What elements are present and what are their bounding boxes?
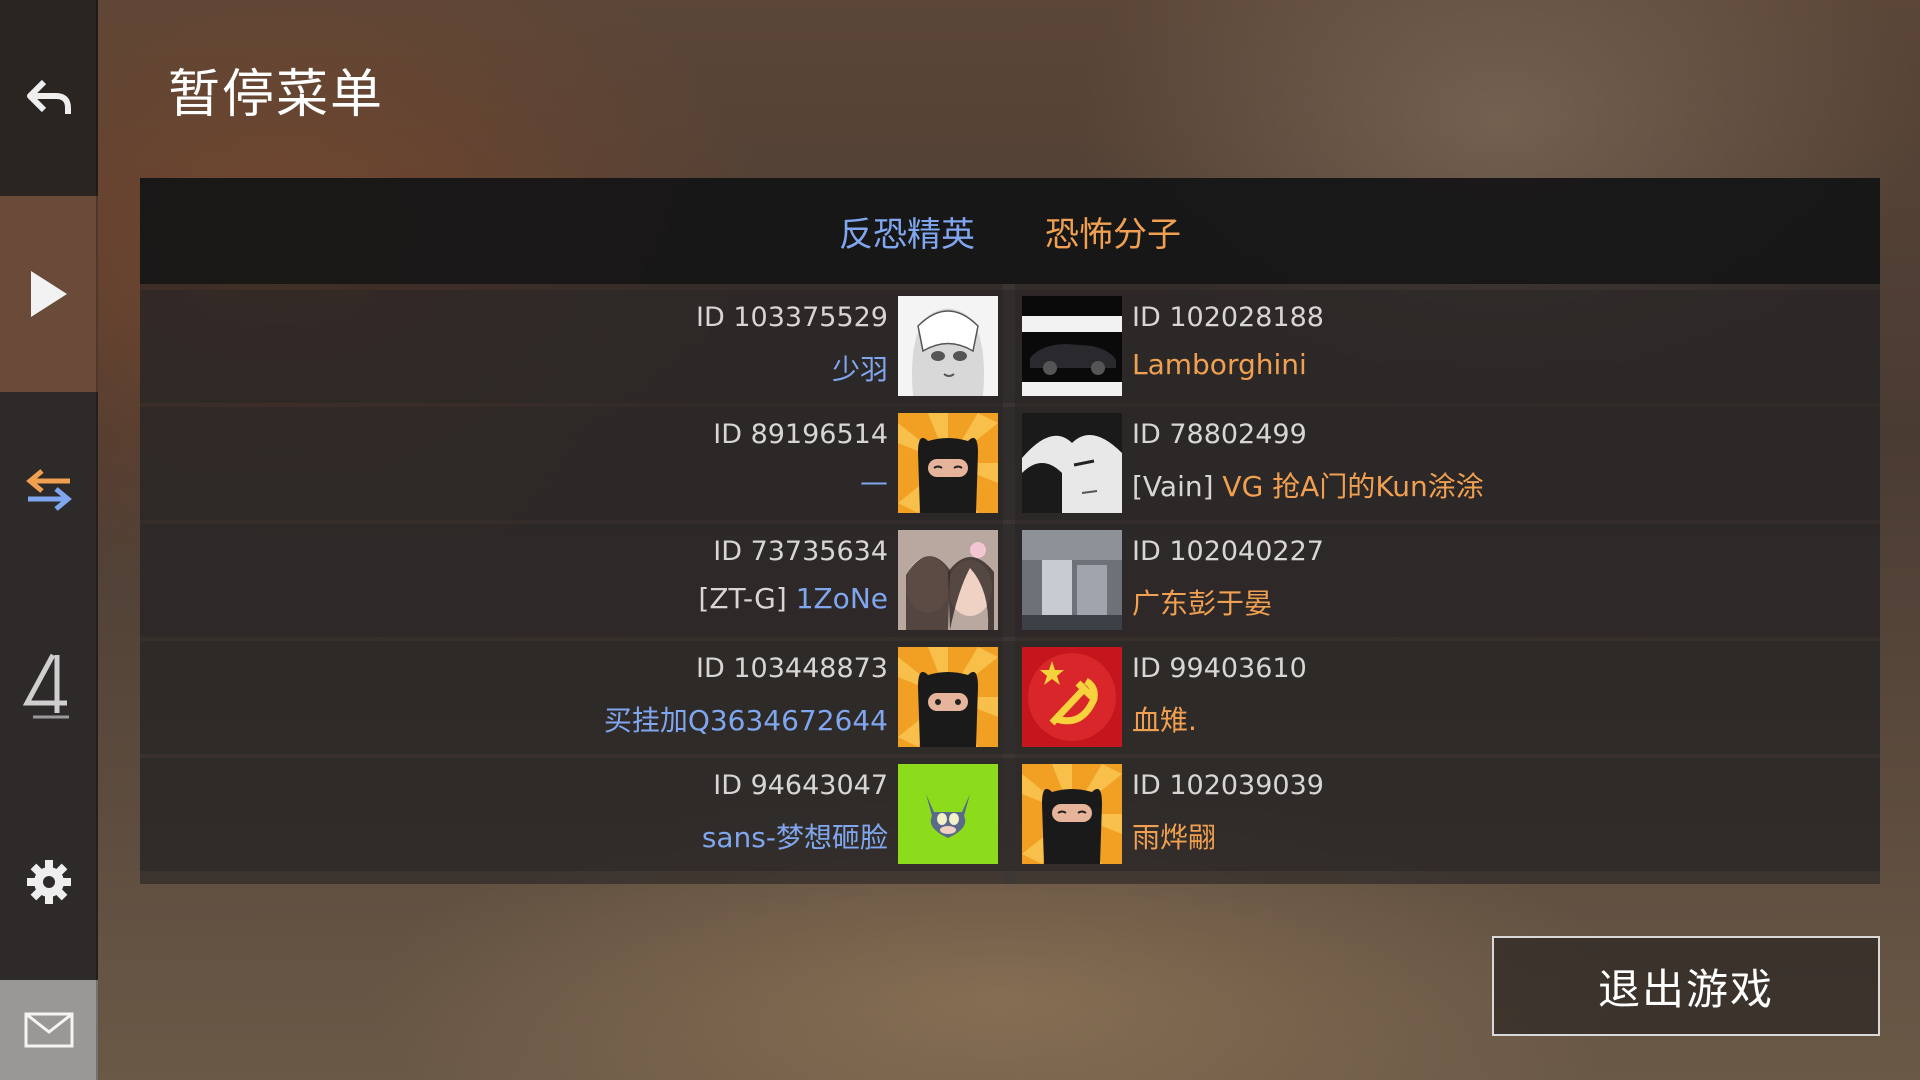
player-nick: sans-梦想砸脸: [701, 821, 888, 854]
player-nick: 买挂加Q3634672644: [603, 704, 888, 737]
player-row: ID 103448873 买挂加Q3634672644 ID 99403610 …: [140, 641, 1880, 754]
player-id: ID 94643047: [713, 770, 888, 801]
player-nick: 雨烨翤: [1132, 821, 1217, 854]
player-nick: —: [860, 465, 888, 498]
player-name[interactable]: 买挂加Q3634672644: [604, 699, 888, 739]
exit-game-button[interactable]: 退出游戏: [1492, 936, 1880, 1036]
player-nick: 广东彭于晏: [1132, 587, 1273, 620]
avatar[interactable]: [1022, 647, 1122, 747]
player-name[interactable]: [ZT-G] 1ZoNe: [698, 582, 888, 615]
player-id: ID 89196514: [713, 419, 888, 450]
player-name[interactable]: [Vain] VG 抢A门的Kun涂涂: [1132, 465, 1484, 505]
avatar[interactable]: [898, 647, 998, 747]
player-nick: 少羽: [831, 353, 888, 386]
player-name[interactable]: 血雉.: [1132, 699, 1197, 739]
resume-button[interactable]: [0, 196, 98, 392]
player-id: ID 73735634: [713, 536, 888, 567]
player-id: ID 102028188: [1132, 302, 1324, 333]
player-row: ID 94643047 sans-梦想砸脸 ID 102039039 雨烨翤: [140, 758, 1880, 871]
switch-team-button[interactable]: [0, 392, 98, 588]
player-id: ID 102040227: [1132, 536, 1324, 567]
team-header: 反恐精英 恐怖分子: [140, 178, 1880, 284]
player-name[interactable]: sans-梦想砸脸: [702, 816, 888, 856]
avatar[interactable]: [898, 296, 998, 396]
mail-icon: [24, 1012, 74, 1048]
sidebar: [0, 0, 98, 1080]
ranking-4-icon: [23, 653, 69, 719]
page-title: 暂停菜单: [168, 65, 385, 125]
player-id: ID 99403610: [1132, 653, 1307, 684]
player-name[interactable]: Lamborghini: [1132, 348, 1307, 381]
back-arrow-icon: [27, 79, 71, 114]
player-name[interactable]: 少羽: [832, 348, 888, 388]
player-nick: Lamborghini: [1132, 348, 1307, 381]
settings-button[interactable]: [0, 784, 98, 980]
mail-button[interactable]: [0, 980, 98, 1080]
sidebar-divider: [96, 0, 98, 1080]
team-ct-label: 反恐精英: [839, 214, 975, 255]
player-name[interactable]: —: [860, 465, 888, 498]
scoreboard-button[interactable]: [0, 588, 98, 784]
avatar[interactable]: [1022, 530, 1122, 630]
player-row: ID 73735634 [ZT-G] 1ZoNe ID 102040227 广东…: [140, 524, 1880, 637]
player-nick: 1ZoNe: [795, 582, 888, 615]
player-row: ID 103375529 少羽 ID 102028188 Lamborghini: [140, 290, 1880, 403]
avatar[interactable]: [898, 413, 998, 513]
gear-icon: [27, 860, 71, 904]
player-id: ID 103448873: [696, 653, 888, 684]
swap-team-icon: [26, 469, 72, 511]
scoreboard: 反恐精英 恐怖分子 ID 103375529 少羽 ID 102028188 L…: [140, 178, 1880, 884]
player-id: ID 102039039: [1132, 770, 1324, 801]
player-row: ID 89196514 — ID 78802499 [Vain] VG 抢A门的…: [140, 407, 1880, 520]
back-button[interactable]: [0, 0, 98, 196]
team-t-label: 恐怖分子: [1045, 214, 1181, 255]
player-nick: VG 抢A门的Kun涂涂: [1222, 470, 1484, 503]
avatar[interactable]: [898, 530, 998, 630]
player-id: ID 78802499: [1132, 419, 1307, 450]
player-tag: [Vain]: [1132, 470, 1223, 503]
player-tag: [ZT-G]: [698, 582, 796, 615]
avatar[interactable]: [1022, 764, 1122, 864]
avatar[interactable]: [1022, 296, 1122, 396]
avatar[interactable]: [1022, 413, 1122, 513]
avatar[interactable]: [898, 764, 998, 864]
player-id: ID 103375529: [696, 302, 888, 333]
player-nick: 血雉.: [1132, 704, 1197, 737]
player-name[interactable]: 雨烨翤: [1132, 816, 1216, 856]
play-icon: [31, 271, 67, 317]
player-name[interactable]: 广东彭于晏: [1132, 582, 1272, 622]
